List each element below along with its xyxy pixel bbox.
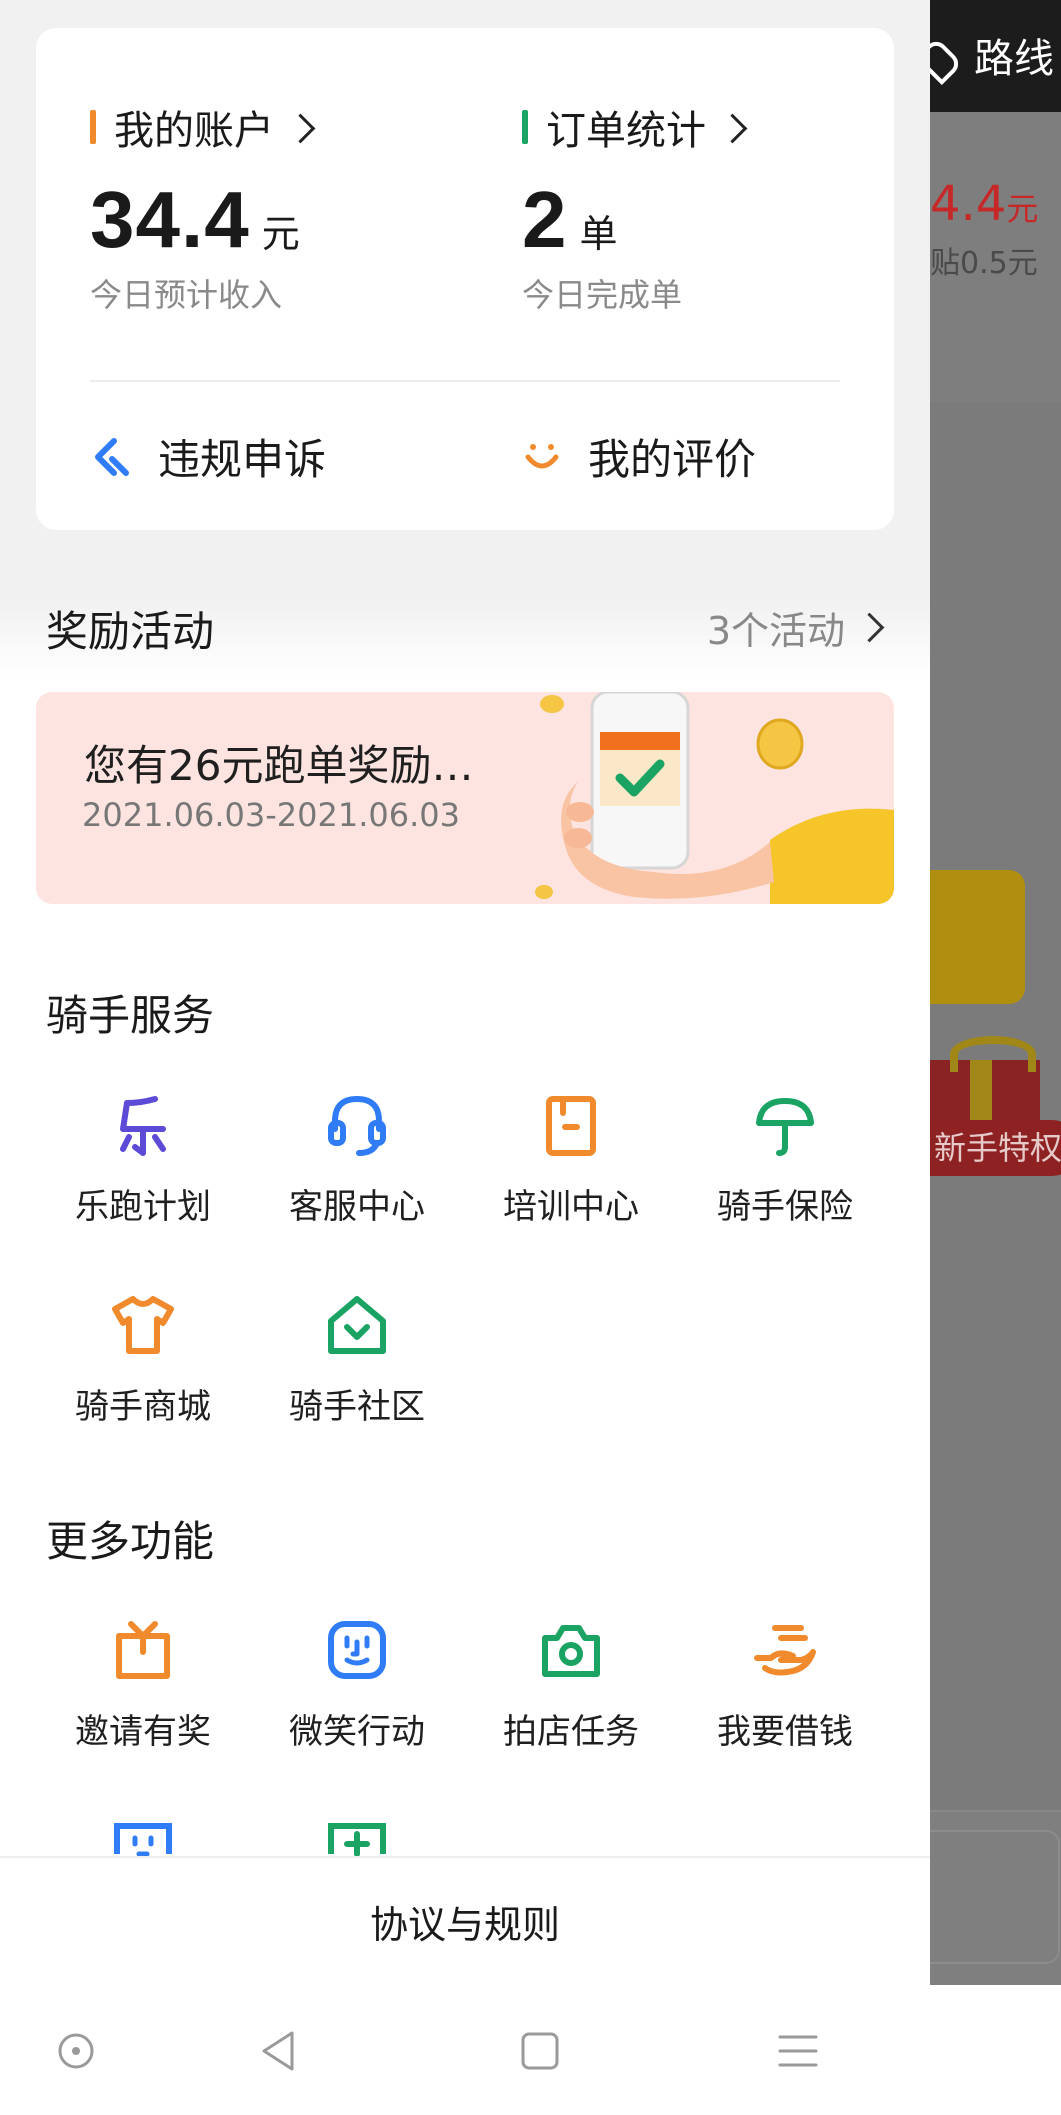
appeal-label: 违规申诉	[158, 435, 327, 484]
service-customer-service[interactable]: 客服中心	[250, 1093, 464, 1263]
function-label: 我要借钱	[717, 1712, 853, 1752]
umbrella-icon	[756, 1098, 814, 1156]
newbie-badge: 新手特权	[930, 1120, 1061, 1176]
service-label: 骑手保险	[717, 1187, 853, 1227]
function-shop-photo-task[interactable]: 拍店任务	[464, 1618, 678, 1788]
orders-stat[interactable]: 订单统计 2单 今日完成单	[522, 98, 748, 316]
appeal-icon	[95, 437, 129, 476]
orders-value: 2单	[522, 174, 743, 266]
function-label: 邀请有奖	[75, 1712, 211, 1752]
divider	[90, 380, 840, 382]
background-app: 路线 4.4元 贴0.5元 新手特权	[930, 0, 1061, 1985]
function-borrow-money[interactable]: 我要借钱	[678, 1618, 892, 1788]
service-label: 骑手商城	[75, 1387, 211, 1427]
orders-caption: 今日完成单	[522, 276, 683, 314]
rating-label: 我的评价	[588, 435, 757, 484]
background-price-value: 4.4	[930, 176, 1007, 232]
service-label: 乐跑计划	[75, 1187, 211, 1227]
rider-services-title: 骑手服务	[46, 991, 215, 1040]
service-rider-community[interactable]: 骑手社区	[250, 1293, 464, 1463]
reward-banner[interactable]: 您有26元跑单奖励… 2021.06.03-2021.06.03	[36, 692, 894, 904]
orders-title: 订单统计	[546, 108, 706, 154]
headset-icon	[328, 1095, 386, 1156]
gift-box-icon	[116, 1621, 170, 1679]
service-training-center[interactable]: 培训中心	[464, 1093, 678, 1263]
side-drawer: 我的账户 34.4 元 今日预计收入 订单统计 2单 今日完成单 违规申诉 我的…	[0, 0, 930, 1985]
house-icon	[328, 1296, 386, 1354]
service-le-run-plan[interactable]: 乐跑计划	[36, 1093, 250, 1263]
rewards-count-label: 3个活动	[706, 609, 845, 653]
more-functions-title: 更多功能	[46, 1517, 215, 1566]
service-rider-insurance[interactable]: 骑手保险	[678, 1093, 892, 1263]
function-label: 拍店任务	[503, 1712, 639, 1752]
smile-icon	[525, 443, 559, 468]
back-triangle-icon[interactable]	[252, 2023, 308, 2079]
account-title-row[interactable]: 我的账户	[90, 98, 316, 156]
function-label: 微笑行动	[289, 1712, 425, 1752]
camera-icon	[542, 1625, 600, 1677]
background-subsidy: 贴0.5元	[930, 246, 1038, 281]
route-button: 路线	[930, 26, 1061, 86]
service-label: 客服中心	[289, 1187, 425, 1227]
rewards-title: 奖励活动	[46, 607, 215, 656]
menu-lines-icon[interactable]	[770, 2023, 826, 2079]
book-icon	[546, 1096, 596, 1156]
route-label: 路线	[974, 36, 1054, 82]
function-smile-action[interactable]: 微笑行动	[250, 1618, 464, 1788]
function-invite-reward[interactable]: 邀请有奖	[36, 1618, 250, 1788]
chevron-right-icon	[285, 113, 316, 143]
background-price-unit: 元	[1006, 190, 1039, 228]
chevron-right-icon	[854, 612, 885, 643]
account-value: 34.4 元	[90, 174, 311, 266]
orders-count: 2	[522, 175, 568, 264]
income-value: 34.4	[90, 175, 250, 264]
account-stat[interactable]: 我的账户 34.4 元 今日预计收入	[90, 98, 316, 316]
income-caption: 今日预计收入	[90, 276, 283, 314]
appeal-link[interactable]: 违规申诉	[92, 426, 326, 487]
reward-banner-text: 您有26元跑单奖励…	[84, 741, 474, 790]
background-yellow-button	[930, 870, 1025, 1004]
system-navigation-bar	[0, 1985, 1061, 2115]
orders-title-row[interactable]: 订单统计	[522, 98, 748, 156]
background-price: 4.4元	[930, 176, 1038, 232]
chevron-right-icon	[717, 113, 748, 143]
hand-coin-icon	[754, 1625, 816, 1676]
clipboard-icon[interactable]	[111, 1818, 175, 1858]
reward-banner-date: 2021.06.03-2021.06.03	[82, 796, 460, 834]
le-icon	[120, 1096, 166, 1156]
phone-reward-illustration	[535, 692, 894, 904]
assistant-circle-icon[interactable]	[48, 2023, 104, 2079]
account-title: 我的账户	[114, 108, 274, 154]
account-card: 我的账户 34.4 元 今日预计收入 订单统计 2单 今日完成单 违规申诉 我的…	[36, 28, 894, 530]
route-icon	[930, 36, 964, 86]
background-input-field	[930, 1830, 1060, 1964]
accent-bar	[522, 110, 528, 144]
tshirt-icon	[112, 1296, 174, 1354]
plus-square-icon[interactable]	[325, 1818, 389, 1858]
accent-bar	[90, 110, 96, 144]
drawer-footer: 协议与规则	[0, 1856, 930, 1985]
rewards-count-link[interactable]: 3个活动	[706, 600, 885, 655]
service-label: 骑手社区	[289, 1387, 425, 1427]
service-rider-mall[interactable]: 骑手商城	[36, 1293, 250, 1463]
rating-link[interactable]: 我的评价	[522, 426, 756, 487]
income-unit: 元	[261, 212, 300, 256]
service-label: 培训中心	[503, 1187, 639, 1227]
home-square-icon[interactable]	[512, 2023, 568, 2079]
orders-unit: 单	[579, 212, 618, 256]
smile-face-icon	[328, 1621, 386, 1679]
agreement-rules-link[interactable]: 协议与规则	[0, 1894, 930, 1949]
